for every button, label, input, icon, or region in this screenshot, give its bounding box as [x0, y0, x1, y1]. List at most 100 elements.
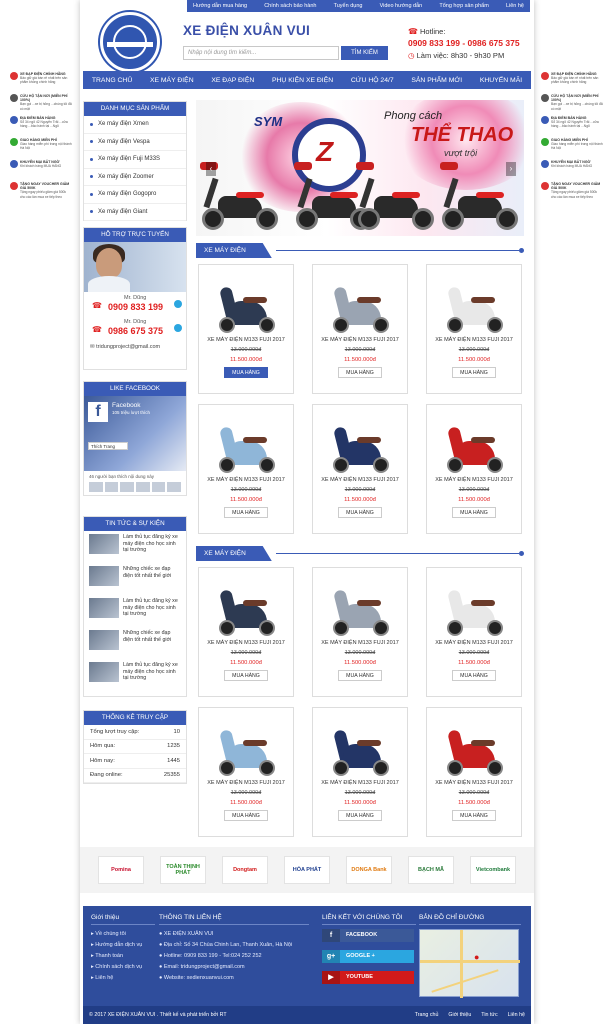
search-button[interactable]: TÌM KIẾM	[341, 46, 388, 60]
buy-button[interactable]: MUA HÀNG	[338, 367, 382, 378]
footer-link[interactable]: ▸ Hướng dẫn dịch vụ	[91, 940, 155, 951]
product-card[interactable]: XE MÁY ĐIỆN M133 FUJI 2017 13.000.000đ 11.…	[198, 567, 294, 697]
category-item[interactable]: Xe máy điện Vespa	[84, 134, 186, 151]
news-title[interactable]: Làm thủ tục đăng ký xe máy điện cho học …	[123, 662, 181, 688]
product-card[interactable]: XE MÁY ĐIỆN M133 FUJI 2017 13.000.000đ 11.…	[312, 707, 408, 837]
side-ad-item[interactable]: XE ĐẠP ĐIỆN CHÍNH HÃNG Bảo giữ giá bán rẻ…	[541, 72, 603, 88]
news-thumbnail[interactable]	[89, 662, 119, 682]
side-ad-item[interactable]: CỨU HỘ TẬN NƠI (MIỄN PHÍ 100%) Bạn gọi ..…	[541, 94, 603, 111]
category-item[interactable]: Xe máy điện Gogopro	[84, 186, 186, 204]
news-thumbnail[interactable]	[89, 566, 119, 586]
buy-button[interactable]: MUA HÀNG	[452, 367, 496, 378]
news-title[interactable]: Làm thủ tục đăng ký xe máy điện cho học …	[123, 534, 181, 560]
product-image[interactable]	[427, 568, 521, 652]
product-card[interactable]: XE MÁY ĐIỆN M133 FUJI 2017 13.000.000đ 11.…	[426, 404, 522, 534]
facebook-like-button[interactable]: Thích Trang	[88, 442, 128, 450]
skype-icon[interactable]	[174, 324, 182, 332]
category-item[interactable]: Xe máy điện Zoomer	[84, 169, 186, 186]
product-image[interactable]	[199, 568, 293, 652]
buy-button[interactable]: MUA HÀNG	[338, 507, 382, 518]
news-item[interactable]: Làm thủ tục đăng ký xe máy điện cho học …	[84, 659, 186, 691]
buy-button[interactable]: MUA HÀNG	[338, 810, 382, 821]
buy-button[interactable]: MUA HÀNG	[224, 367, 268, 378]
footer-link[interactable]: ▸ Chính sách dịch vụ	[91, 962, 155, 973]
side-ad-item[interactable]: KHUYẾN MẠI BẤT NGỜ Khi khách hàng MUA HÀN…	[541, 160, 603, 176]
product-image[interactable]	[313, 405, 407, 489]
nav-item[interactable]: TRANG CHỦ	[92, 77, 132, 84]
side-ad-item[interactable]: XE ĐẠP ĐIỆN CHÍNH HÃNG Bảo giữ giá bán rẻ…	[10, 72, 72, 88]
site-logo[interactable]	[100, 12, 160, 72]
partner-logo[interactable]: DONGA Bank	[346, 856, 392, 884]
top-link[interactable]: Chính sách bảo hành	[264, 3, 316, 9]
product-card[interactable]: XE MÁY ĐIỆN M133 FUJI 2017 13.000.000đ 11.…	[198, 707, 294, 837]
buy-button[interactable]: MUA HÀNG	[452, 810, 496, 821]
product-card[interactable]: XE MÁY ĐIỆN M133 FUJI 2017 13.000.000đ 11.…	[198, 404, 294, 534]
product-image[interactable]	[199, 265, 293, 349]
product-card[interactable]: XE MÁY ĐIỆN M133 FUJI 2017 13.000.000đ 11.…	[312, 567, 408, 697]
side-ad-item[interactable]: CỨU HỘ TẬN NƠI (MIỄN PHÍ 100%) Bạn gọi ..…	[10, 94, 72, 111]
category-item[interactable]: Xe máy điện Fuji M33S	[84, 151, 186, 169]
buy-button[interactable]: MUA HÀNG	[452, 670, 496, 681]
social-google-button[interactable]: g+ GOOGLE +	[322, 950, 414, 963]
buy-button[interactable]: MUA HÀNG	[452, 507, 496, 518]
product-image[interactable]	[199, 405, 293, 489]
product-card[interactable]: XE MÁY ĐIỆN M133 FUJI 2017 13.000.000đ 11.…	[426, 264, 522, 394]
search-input[interactable]: Nhập nội dung tìm kiếm...	[183, 46, 339, 60]
social-facebook-button[interactable]: f FACEBOOK	[322, 929, 414, 942]
footer-link[interactable]: ▸ Về chúng tôi	[91, 929, 155, 940]
nav-item[interactable]: SẢN PHẨM MỚI	[411, 77, 462, 84]
footer-bottom-link[interactable]: Liên hệ	[508, 1012, 525, 1018]
top-link[interactable]: Tổng hợp sản phẩm	[439, 3, 488, 9]
side-ad-item[interactable]: TẶNG NGAY VOUCHER GIẢM GIÁ 500K Tặng ngay…	[541, 182, 603, 199]
facebook-page-widget[interactable]: f Facebook 105 triệu lượt thích Thích Tr…	[84, 396, 186, 471]
top-link[interactable]: Video hướng dẫn	[380, 3, 423, 9]
support-phone[interactable]: 0909 833 199	[108, 302, 163, 312]
partner-logo[interactable]: Pomina	[98, 856, 144, 884]
product-image[interactable]	[313, 568, 407, 652]
support-email[interactable]: ✉ tridungproject@gmail.com	[84, 340, 186, 354]
category-item[interactable]: Xe máy điện Xmen	[84, 116, 186, 134]
nav-item[interactable]: PHỤ KIỆN XE ĐIỆN	[272, 77, 333, 84]
product-card[interactable]: XE MÁY ĐIỆN M133 FUJI 2017 13.000.000đ 11.…	[312, 264, 408, 394]
product-card[interactable]: XE MÁY ĐIỆN M133 FUJI 2017 13.000.000đ 11.…	[426, 567, 522, 697]
footer-bottom-link[interactable]: Tin tức	[481, 1012, 497, 1018]
product-card[interactable]: XE MÁY ĐIỆN M133 FUJI 2017 13.000.000đ 11.…	[312, 404, 408, 534]
footer-bottom-link[interactable]: Trang chủ	[415, 1012, 439, 1018]
news-thumbnail[interactable]	[89, 534, 119, 554]
partner-logo[interactable]: Vietcombank	[470, 856, 516, 884]
buy-button[interactable]: MUA HÀNG	[224, 670, 268, 681]
side-ad-item[interactable]: GIAO HÀNG MIỄN PHÍ Giao hàng miễn phí tro…	[10, 138, 72, 154]
side-ad-item[interactable]: KHUYẾN MẠI BẤT NGỜ Khi khách hàng MUA HÀN…	[10, 160, 72, 176]
footer-link[interactable]: ▸ Liên hệ	[91, 973, 155, 984]
footer-bottom-link[interactable]: Giới thiệu	[448, 1012, 471, 1018]
nav-item[interactable]: KHUYẾN MÃI	[480, 77, 522, 84]
product-image[interactable]	[427, 265, 521, 349]
partner-logo[interactable]: BẠCH MÃ	[408, 856, 454, 884]
news-item[interactable]: Những chiếc xe đạp điện tốt nhất thế giớ…	[84, 563, 186, 595]
news-item[interactable]: Làm thủ tục đăng ký xe máy điện cho học …	[84, 595, 186, 627]
hotline-numbers[interactable]: 0909 833 199 - 0986 675 375	[408, 38, 520, 48]
social-youtube-button[interactable]: ▶ YOUTUBE	[322, 971, 414, 984]
side-ad-item[interactable]: TẶNG NGAY VOUCHER GIẢM GIÁ 500K Tặng ngay…	[10, 182, 72, 199]
banner-prev-arrow-icon[interactable]: ‹	[206, 162, 216, 176]
support-phone[interactable]: 0986 675 375	[108, 326, 163, 336]
news-item[interactable]: Làm thủ tục đăng ký xe máy điện cho học …	[84, 531, 186, 563]
buy-button[interactable]: MUA HÀNG	[224, 507, 268, 518]
news-title[interactable]: Những chiếc xe đạp điện tốt nhất thế giớ…	[123, 566, 181, 592]
section-title[interactable]: XE MÁY ĐIỆN	[196, 243, 272, 258]
product-image[interactable]	[313, 265, 407, 349]
footer-map[interactable]: ●	[419, 929, 520, 998]
buy-button[interactable]: MUA HÀNG	[338, 670, 382, 681]
news-thumbnail[interactable]	[89, 598, 119, 618]
product-card[interactable]: XE MÁY ĐIỆN M133 FUJI 2017 13.000.000đ 11.…	[426, 707, 522, 837]
hero-banner[interactable]: Z SYM Phong cách THỂ THAO vượt trội ‹ ›	[196, 100, 524, 236]
product-image[interactable]	[199, 708, 293, 792]
nav-item[interactable]: XE MÁY ĐIỆN	[150, 77, 194, 84]
product-image[interactable]	[313, 708, 407, 792]
side-ad-item[interactable]: GIAO HÀNG MIỄN PHÍ Giao hàng miễn phí tro…	[541, 138, 603, 154]
partner-logo[interactable]: TOÀN THỊNH PHÁT	[160, 856, 206, 884]
partner-logo[interactable]: HÒA PHÁT	[284, 856, 330, 884]
banner-next-arrow-icon[interactable]: ›	[506, 162, 516, 176]
top-link[interactable]: Hướng dẫn mua hàng	[193, 3, 247, 9]
nav-item[interactable]: CỨU HỘ 24/7	[351, 77, 394, 84]
